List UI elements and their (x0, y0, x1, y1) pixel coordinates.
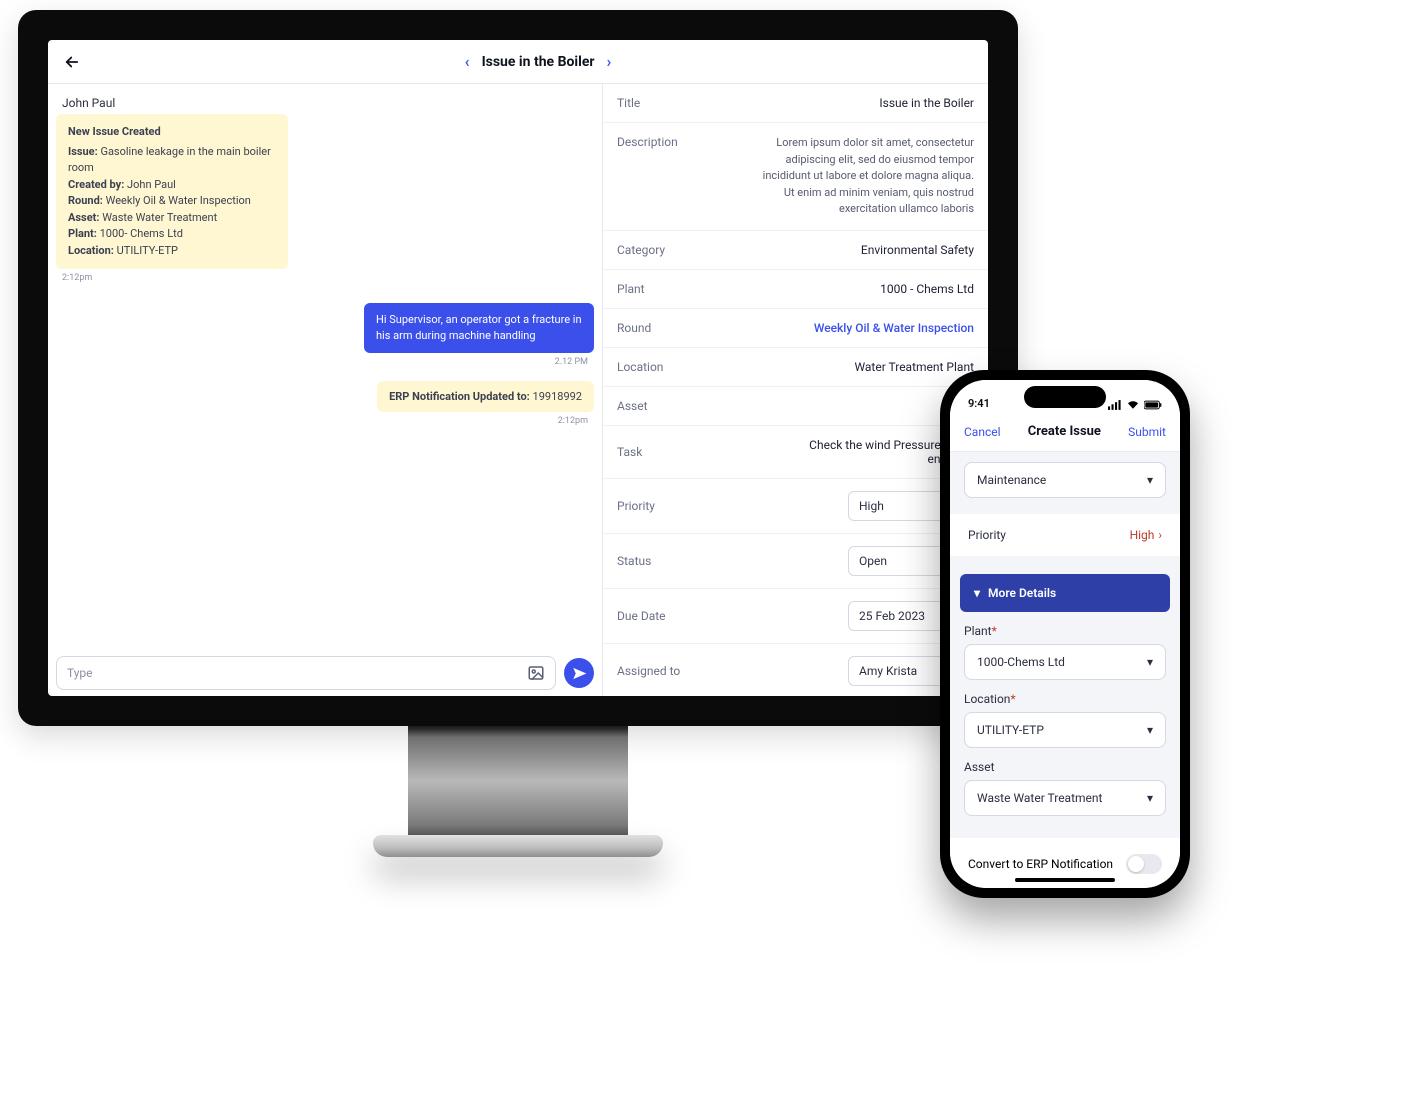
app-header: ‹ Issue in the Boiler › (48, 40, 988, 84)
phone-nav-bar: Cancel Create Issue Submit (950, 412, 1180, 452)
chat-placeholder: Type (67, 666, 527, 680)
required-marker: * (1010, 692, 1015, 706)
field-status: Status Open ▾ (603, 534, 988, 589)
chat-scroll: John Paul New Issue Created Issue: Gasol… (48, 84, 602, 650)
desktop-app: ‹ Issue in the Boiler › John Paul New Is… (48, 40, 988, 696)
app-body: John Paul New Issue Created Issue: Gasol… (48, 84, 988, 696)
location-field: Location* UTILITY-ETP ▾ (964, 692, 1166, 748)
field-duedate: Due Date 25 Feb 2023 ▾ (603, 589, 988, 644)
card-location-row: Location: UTILITY-ETP (68, 243, 276, 260)
chevron-down-icon: ▾ (1147, 473, 1153, 487)
phone-content: Maintenance ▾ Priority High › ▾ More Det… (950, 452, 1180, 888)
card-plant-row: Plant: 1000- Chems Ltd (68, 226, 276, 243)
type-select[interactable]: Maintenance ▾ (964, 462, 1166, 498)
attach-image-icon[interactable] (527, 664, 545, 682)
outgoing-timestamp: 2.12 PM (62, 357, 588, 367)
next-issue-button[interactable]: › (607, 52, 612, 71)
status-time: 9:41 (968, 397, 990, 410)
erp-notification-card: ERP Notification Updated to: 19918992 (377, 381, 594, 412)
desktop-device: ‹ Issue in the Boiler › John Paul New Is… (18, 10, 1018, 857)
phone-app: 9:41 Cancel Create Issue Submit Maintena… (950, 380, 1180, 888)
card-issue-row: Issue: Gasoline leakage in the main boil… (68, 144, 276, 177)
monitor-base (373, 835, 663, 857)
chevron-down-icon: ▾ (1147, 791, 1153, 805)
field-asset: Asset – – (603, 387, 988, 426)
cancel-button[interactable]: Cancel (964, 425, 1001, 439)
phone-page-title: Create Issue (1028, 424, 1101, 439)
submit-button[interactable]: Submit (1128, 425, 1166, 439)
more-details-accordion[interactable]: ▾ More Details (960, 574, 1170, 612)
field-assignedto: Assigned to Amy Krista ▾ (603, 644, 988, 697)
erp-toggle[interactable] (1126, 854, 1162, 874)
chevron-right-icon: › (1158, 528, 1162, 542)
chat-sender-name: John Paul (62, 96, 594, 110)
field-title: Title Issue in the Boiler (603, 84, 988, 123)
erp-timestamp: 2:12pm (62, 416, 588, 426)
card-asset-row: Asset: Waste Water Treatment (68, 210, 276, 227)
asset-field: Asset Waste Water Treatment ▾ (964, 760, 1166, 816)
prev-issue-button[interactable]: ‹ (465, 52, 470, 71)
chat-pane: John Paul New Issue Created Issue: Gasol… (48, 84, 603, 696)
page-title: Issue in the Boiler (482, 54, 595, 70)
send-button[interactable] (564, 658, 594, 688)
outgoing-message: Hi Supervisor, an operator got a fractur… (364, 303, 594, 353)
card-title: New Issue Created (68, 124, 276, 141)
required-marker: * (992, 624, 997, 638)
field-plant: Plant 1000 - Chems Ltd (603, 270, 988, 309)
card-createdby-row: Created by: John Paul (68, 177, 276, 194)
asset-select[interactable]: Waste Water Treatment ▾ (964, 780, 1166, 816)
card-timestamp: 2:12pm (62, 273, 594, 283)
chat-input-row: Type (48, 650, 602, 696)
details-pane: Title Issue in the Boiler Description Lo… (603, 84, 988, 696)
monitor-bezel: ‹ Issue in the Boiler › John Paul New Is… (18, 10, 1018, 726)
phone-notch (1024, 386, 1106, 408)
monitor-neck (408, 726, 628, 836)
issue-created-card: New Issue Created Issue: Gasoline leakag… (56, 114, 288, 269)
plant-select[interactable]: 1000-Chems Ltd ▾ (964, 644, 1166, 680)
field-location: Location Water Treatment Plant (603, 348, 988, 387)
field-description: Description Lorem ipsum dolor sit amet, … (603, 123, 988, 231)
home-indicator (1015, 878, 1115, 882)
chevron-down-icon: ▾ (974, 586, 980, 600)
header-title-wrap: ‹ Issue in the Boiler › (98, 52, 978, 71)
field-category: Category Environmental Safety (603, 231, 988, 270)
phone-device: 9:41 Cancel Create Issue Submit Maintena… (940, 370, 1190, 898)
plant-field: Plant* 1000-Chems Ltd ▾ (964, 624, 1166, 680)
back-button[interactable] (58, 48, 86, 76)
field-priority: Priority High ▾ (603, 479, 988, 534)
field-round: Round Weekly Oil & Water Inspection (603, 309, 988, 348)
field-task: Task Check the wind Pressure at the entr… (603, 426, 988, 479)
chevron-down-icon: ▾ (1147, 655, 1153, 669)
card-round-row: Round: Weekly Oil & Water Inspection (68, 193, 276, 210)
chevron-down-icon: ▾ (1147, 723, 1153, 737)
priority-row[interactable]: Priority High › (950, 514, 1180, 556)
priority-value: High › (1130, 528, 1162, 542)
round-link[interactable]: Weekly Oil & Water Inspection (814, 321, 974, 335)
status-icons (1108, 400, 1162, 410)
chat-text-input[interactable]: Type (56, 656, 556, 690)
location-select[interactable]: UTILITY-ETP ▾ (964, 712, 1166, 748)
